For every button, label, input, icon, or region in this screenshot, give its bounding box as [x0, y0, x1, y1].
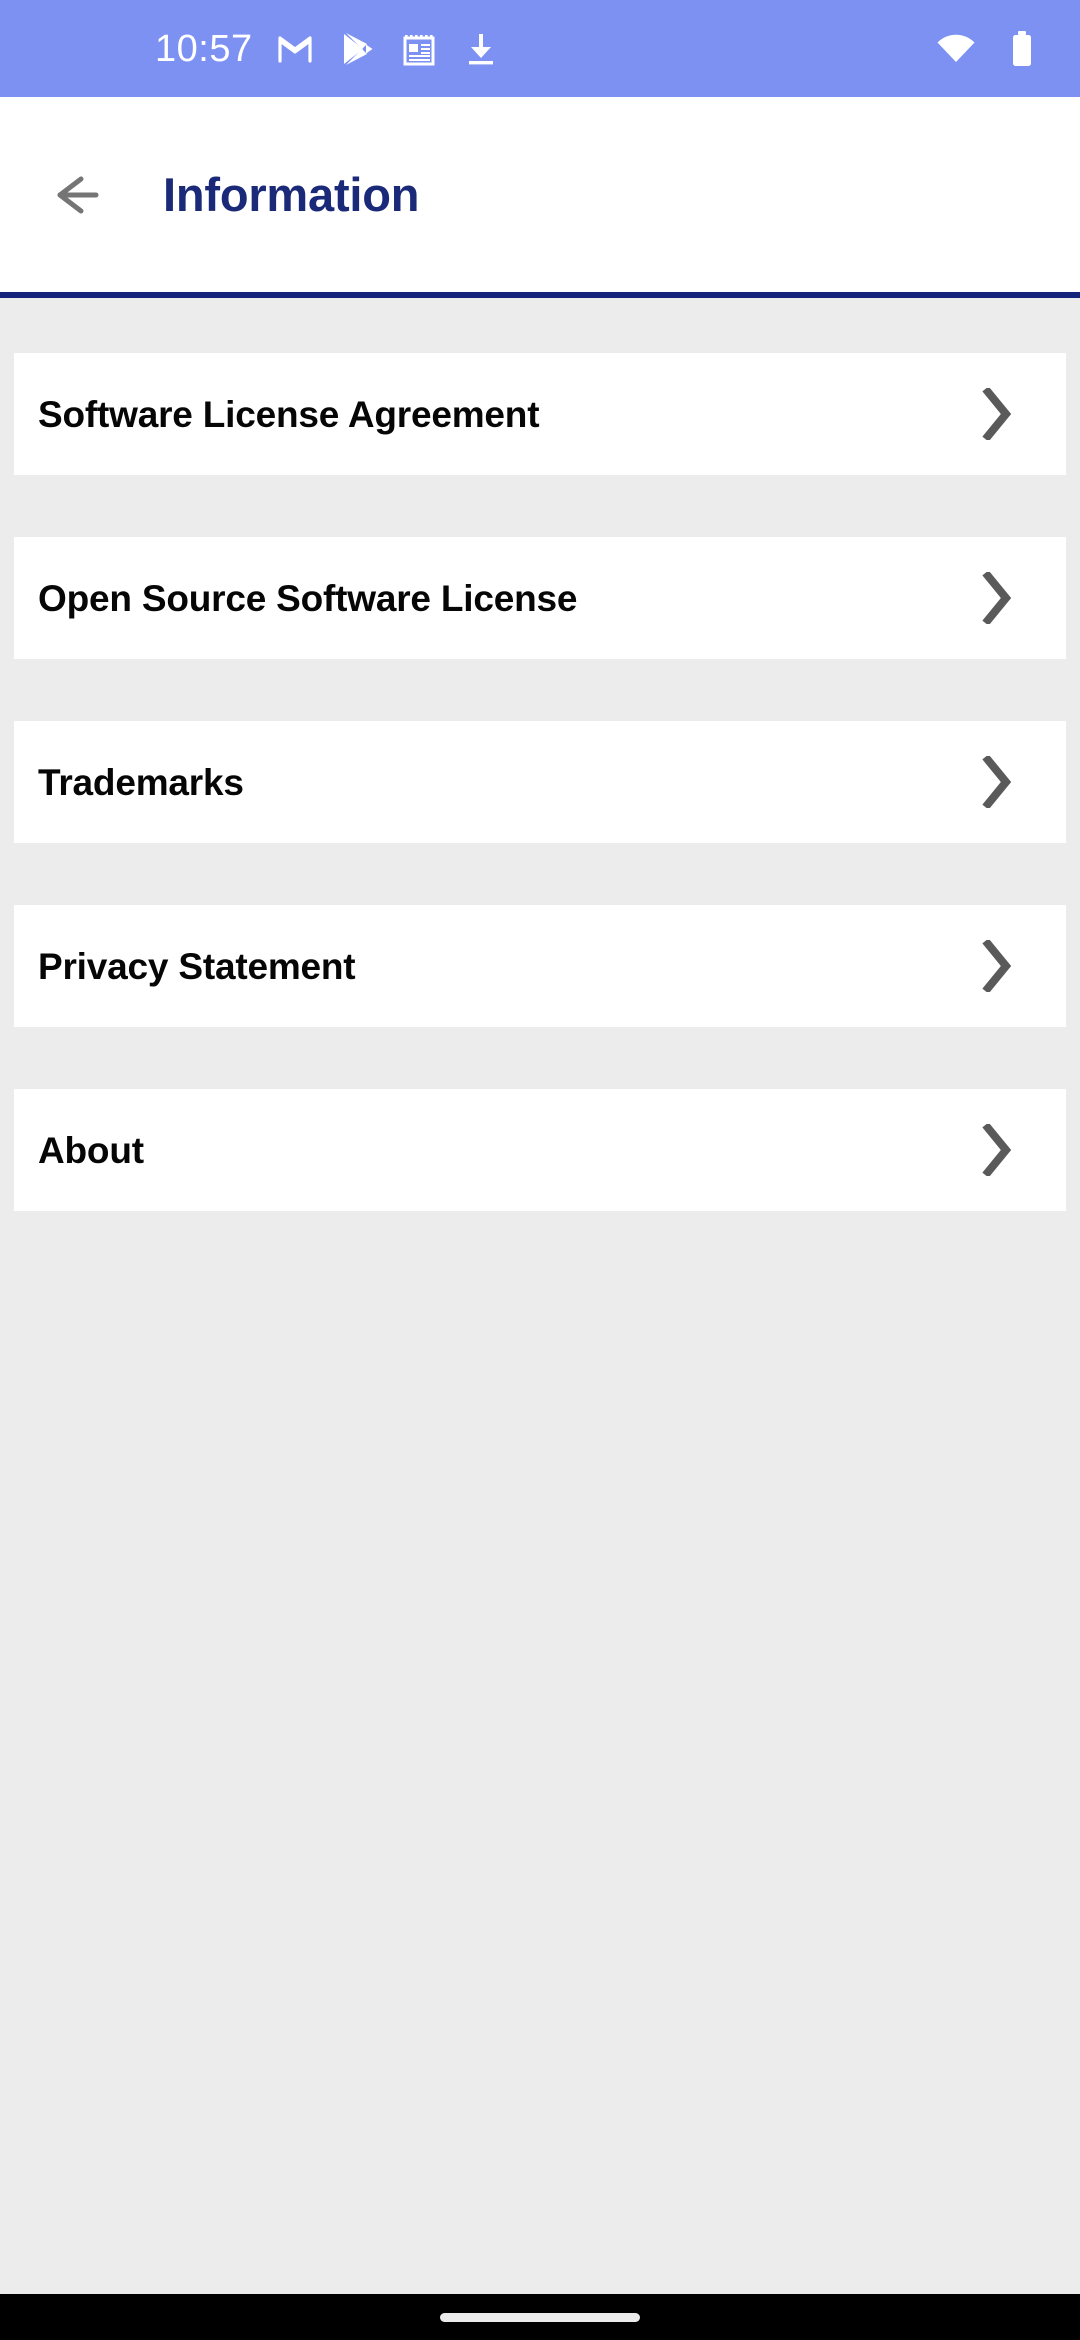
page-title: Information [163, 168, 420, 221]
chevron-right-icon [972, 568, 1022, 628]
list-item-label: Open Source Software License [38, 577, 578, 619]
app-bar: Information [0, 97, 1080, 292]
list-item-software-license-agreement[interactable]: Software License Agreement [14, 353, 1066, 475]
google-play-icon [337, 29, 377, 69]
status-bar-clock: 10:57 [155, 27, 253, 70]
system-navigation-bar [0, 2294, 1080, 2340]
list-item-label: Software License Agreement [38, 393, 540, 435]
list-item-label: Privacy Statement [38, 945, 356, 987]
list-item-privacy-statement[interactable]: Privacy Statement [14, 905, 1066, 1027]
status-bar-right-group [936, 0, 1042, 97]
gesture-pill[interactable] [440, 2312, 640, 2322]
download-icon [461, 29, 501, 69]
list-item-label: Trademarks [38, 761, 244, 803]
status-bar: 10:57 [0, 0, 1080, 97]
information-list: Software License Agreement Open Source S… [0, 298, 1080, 1211]
list-item-label: About [38, 1129, 144, 1171]
chevron-right-icon [972, 384, 1022, 444]
wifi-icon [936, 29, 976, 69]
list-item-open-source-software-license[interactable]: Open Source Software License [14, 537, 1066, 659]
battery-icon [1002, 29, 1042, 69]
list-item-about[interactable]: About [14, 1089, 1066, 1211]
list-item-trademarks[interactable]: Trademarks [14, 721, 1066, 843]
chevron-right-icon [972, 1120, 1022, 1180]
chevron-right-icon [972, 752, 1022, 812]
back-button[interactable] [29, 147, 125, 243]
gmail-icon [275, 29, 315, 69]
status-bar-left-group: 10:57 [0, 0, 501, 97]
chevron-right-icon [972, 936, 1022, 996]
news-icon [399, 29, 439, 69]
